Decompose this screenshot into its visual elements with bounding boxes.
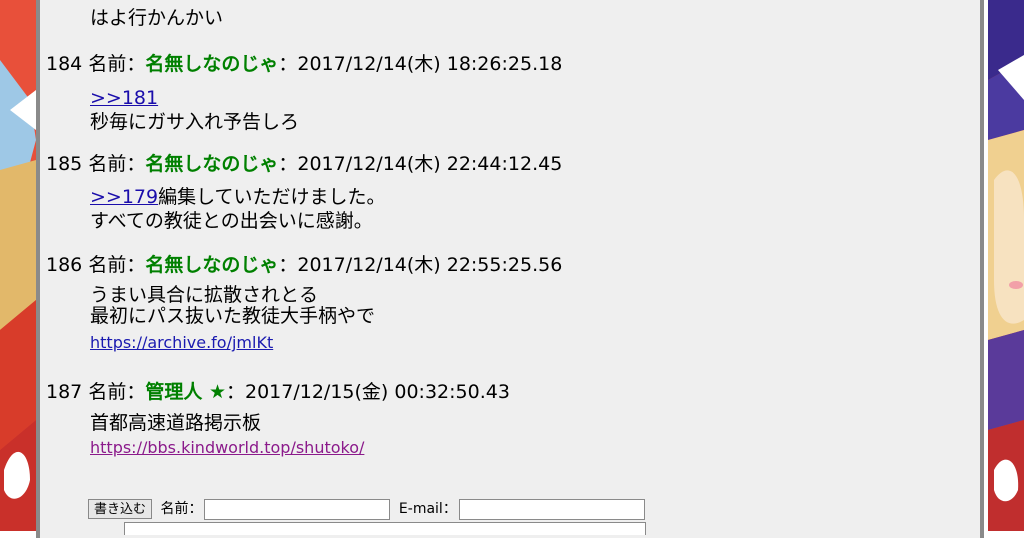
post-number: 185 — [46, 153, 83, 175]
poster-name: 名無しなのじゃ — [145, 153, 279, 175]
name-label: 名前： — [88, 381, 146, 403]
post-number: 187 — [46, 381, 83, 403]
post-date: 2017/12/15(金) 00:32:50.43 — [245, 381, 510, 403]
separator: ： — [278, 53, 298, 75]
post-body-line: >>179編集していただけました。 — [90, 185, 386, 209]
poster-name: 管理人 ★ — [145, 381, 226, 403]
post-body-line: https://bbs.kindworld.top/shutoko/ — [90, 435, 364, 460]
post-header: 184 名前：名無しなのじゃ：2017/12/14(木) 18:26:25.18 — [46, 51, 562, 77]
name-label: 名前： — [88, 53, 146, 75]
name-field[interactable] — [204, 498, 391, 520]
post-body-line: 秒毎にガサ入れ予告しろ — [90, 111, 300, 133]
message-textarea[interactable] — [124, 522, 646, 535]
poster-name: 名無しなのじゃ — [145, 254, 279, 276]
post-body-line: うまい具合に拡散されとる — [90, 284, 319, 306]
reply-anchor-link[interactable]: >>181 — [90, 87, 158, 109]
external-link[interactable]: https://bbs.kindworld.top/shutoko/ — [90, 438, 364, 457]
name-label: 名前： — [88, 153, 146, 175]
left-decoration-image — [0, 0, 36, 531]
separator: ： — [278, 254, 298, 276]
post-body-line: https://archive.fo/jmlKt — [90, 330, 273, 355]
post-body-line: >>181 — [90, 86, 158, 110]
reply-anchor-link[interactable]: >>179 — [90, 186, 158, 208]
email-field-label: E-mail： — [398, 501, 457, 517]
separator: ： — [225, 381, 245, 403]
separator: ： — [278, 153, 298, 175]
reply-form: 書き込む 名前： E-mail： — [88, 498, 645, 520]
external-link[interactable]: https://archive.fo/jmlKt — [90, 333, 273, 352]
post-date: 2017/12/14(木) 18:26:25.18 — [297, 53, 563, 75]
post-date: 2017/12/14(木) 22:55:25.56 — [297, 254, 563, 276]
post-body-line: 首都高速道路掲示板 — [90, 412, 262, 434]
post-body-line: すべての教徒との出会いに感謝。 — [90, 210, 373, 232]
post-number: 184 — [46, 53, 83, 75]
post-header: 185 名前：名無しなのじゃ：2017/12/14(木) 22:44:12.45 — [46, 151, 562, 177]
post-date: 2017/12/14(木) 22:44:12.45 — [297, 153, 563, 175]
poster-name: 名無しなのじゃ — [145, 53, 279, 75]
name-label: 名前： — [88, 254, 146, 276]
right-decoration-image — [988, 0, 1024, 531]
name-field-label: 名前： — [160, 501, 203, 517]
post-183-body-tail: はよ行かんかい — [90, 7, 224, 29]
post-header: 187 名前：管理人 ★：2017/12/15(金) 00:32:50.43 — [46, 379, 510, 405]
email-field[interactable] — [458, 498, 645, 520]
thread-panel: はよ行かんかい 184 名前：名無しなのじゃ：2017/12/14(木) 18:… — [36, 0, 984, 538]
submit-button[interactable]: 書き込む — [88, 499, 153, 519]
post-number: 186 — [46, 254, 83, 276]
post-body-line: 最初にパス抜いた教徒大手柄やで — [90, 305, 376, 327]
post-header: 186 名前：名無しなのじゃ：2017/12/14(木) 22:55:25.56 — [46, 252, 562, 278]
post-body-text: 編集していただけました。 — [158, 186, 386, 208]
